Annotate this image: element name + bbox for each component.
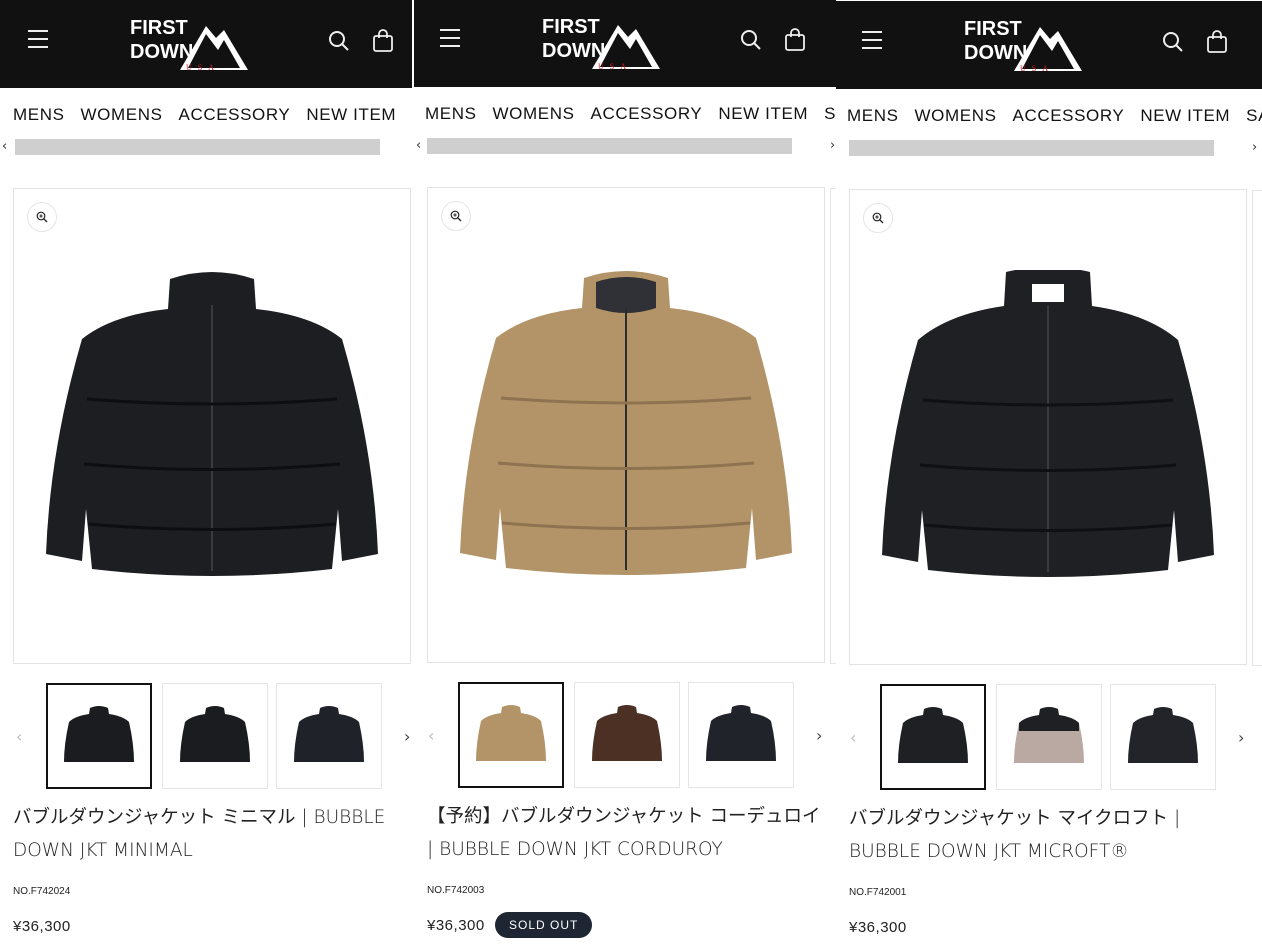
brand-logo[interactable]: FIRST DOWN USA [128, 12, 250, 74]
category-nav: MENS WOMENS ACCESSORY NEW ITEM SALE [836, 89, 1262, 141]
thumbnail[interactable] [276, 683, 382, 789]
thumbnail-strip: ‹ › [0, 683, 412, 793]
thumbnail[interactable] [574, 682, 680, 788]
product-media-card[interactable] [849, 189, 1247, 665]
menu-icon[interactable] [862, 31, 882, 51]
product-panel-1: FIRST DOWN USA MENS WOMENS ACCESSORY NEW IT… [0, 0, 412, 950]
product-media-card[interactable] [427, 187, 825, 663]
thumbnail[interactable] [1110, 684, 1216, 790]
nav-item-womens[interactable]: WOMENS [81, 105, 163, 125]
svg-text:DOWN: DOWN [130, 41, 193, 63]
brand-logo[interactable]: FIRST DOWN USA [962, 13, 1084, 75]
search-icon[interactable] [328, 30, 350, 52]
next-card-edge [1252, 190, 1262, 666]
thumb-next-icon[interactable]: › [404, 727, 410, 746]
menu-icon[interactable] [28, 30, 48, 50]
product-sku: NO.F742024 [13, 886, 71, 897]
site-header: FIRST DOWN USA [0, 0, 412, 88]
nav-scrollbar[interactable]: › [836, 140, 1262, 156]
product-panel-3: FIRST DOWN USA MENS WOMENS ACCESSORY NEW IT… [836, 1, 1262, 950]
thumbnail-strip: ‹ › [414, 682, 836, 792]
search-icon[interactable] [740, 29, 762, 51]
svg-text:FIRST: FIRST [542, 16, 600, 38]
jacket-image [882, 270, 1214, 577]
nav-item-new-item[interactable]: NEW ITEM [306, 105, 396, 125]
nav-item-sale[interactable]: SALE [1246, 106, 1262, 126]
svg-text:USA: USA [186, 63, 220, 72]
nav-item-sale[interactable]: SALE [824, 104, 836, 124]
thumb-prev-icon[interactable]: ‹ [850, 728, 856, 747]
site-header: FIRST DOWN USA [414, 0, 836, 87]
nav-item-mens[interactable]: MENS [13, 105, 65, 125]
thumbnail[interactable] [46, 683, 152, 789]
zoom-icon[interactable] [27, 202, 57, 232]
brand-logo[interactable]: FIRST DOWN USA [540, 11, 662, 73]
nav-item-accessory[interactable]: ACCESSORY [179, 105, 291, 125]
svg-text:DOWN: DOWN [542, 40, 605, 62]
thumb-prev-icon[interactable]: ‹ [16, 727, 22, 746]
sold-out-badge: SOLD OUT [495, 912, 593, 938]
cart-icon[interactable] [784, 28, 806, 52]
nav-item-womens[interactable]: WOMENS [915, 106, 997, 126]
nav-item-mens[interactable]: MENS [425, 104, 477, 124]
svg-text:FIRST: FIRST [964, 18, 1022, 40]
thumbnail[interactable] [458, 682, 564, 788]
zoom-icon[interactable] [441, 201, 471, 231]
nav-item-accessory[interactable]: ACCESSORY [591, 104, 703, 124]
site-header: FIRST DOWN USA [836, 1, 1262, 89]
product-title[interactable]: バブルダウンジャケット マイクロフト | BUBBLE DOWN JKT MIC… [849, 802, 1254, 868]
zoom-icon[interactable] [863, 203, 893, 233]
product-media-card[interactable] [13, 188, 411, 664]
thumbnail[interactable] [162, 683, 268, 789]
scroll-left-icon[interactable]: ‹ [2, 139, 7, 154]
svg-text:DOWN: DOWN [964, 42, 1027, 64]
thumbnail[interactable] [688, 682, 794, 788]
cart-icon[interactable] [372, 29, 394, 53]
nav-item-accessory[interactable]: ACCESSORY [1013, 106, 1125, 126]
scrollbar-thumb[interactable] [15, 139, 380, 155]
product-panel-2: FIRST DOWN USA MENS WOMENS ACCESSORY NEW IT… [414, 0, 836, 949]
product-sku: NO.F742001 [849, 887, 907, 898]
scroll-right-icon[interactable]: › [1252, 140, 1257, 155]
cart-icon[interactable] [1206, 30, 1228, 54]
category-nav: MENS WOMENS ACCESSORY NEW ITEM SALE [414, 87, 836, 139]
product-price: ¥36,300 [427, 917, 485, 934]
product-title[interactable]: 【予約】バブルダウンジャケット コーデュロイ | BUBBLE DOWN JKT… [427, 800, 832, 866]
category-nav: MENSWOMENSACCESSORYNEW ITEMSALE [0, 88, 412, 140]
nav-item-mens[interactable]: MENS [847, 106, 899, 126]
thumb-prev-icon[interactable]: ‹ [428, 726, 434, 745]
nav-scrollbar[interactable]: ‹ [0, 139, 412, 155]
product-price: ¥36,300 [849, 919, 907, 936]
svg-text:FIRST: FIRST [130, 17, 188, 39]
thumbnail[interactable] [996, 684, 1102, 790]
thumbnail[interactable] [880, 684, 986, 790]
search-icon[interactable] [1162, 31, 1184, 53]
nav-item-womens[interactable]: WOMENS [493, 104, 575, 124]
thumb-next-icon[interactable]: › [1238, 728, 1244, 747]
scrollbar-thumb[interactable] [427, 138, 792, 154]
nav-scrollbar[interactable]: ‹ › [414, 138, 836, 154]
thumbnail-strip: ‹ › [836, 684, 1262, 794]
jacket-image [46, 272, 378, 576]
svg-text:USA: USA [598, 62, 632, 71]
scroll-right-icon[interactable]: › [830, 138, 835, 153]
product-price: ¥36,300 [13, 918, 71, 935]
menu-icon[interactable] [440, 29, 460, 49]
product-sku: NO.F742003 [427, 885, 485, 896]
nav-item-new-item[interactable]: NEW ITEM [1140, 106, 1230, 126]
scrollbar-thumb[interactable] [849, 140, 1214, 156]
svg-text:USA: USA [1020, 64, 1054, 73]
product-title[interactable]: バブルダウンジャケット ミニマル | BUBBLE DOWN JKT MINIM… [13, 801, 408, 867]
scroll-left-icon[interactable]: ‹ [416, 138, 421, 153]
jacket-image [460, 271, 792, 575]
thumb-next-icon[interactable]: › [816, 726, 822, 745]
nav-item-new-item[interactable]: NEW ITEM [718, 104, 808, 124]
